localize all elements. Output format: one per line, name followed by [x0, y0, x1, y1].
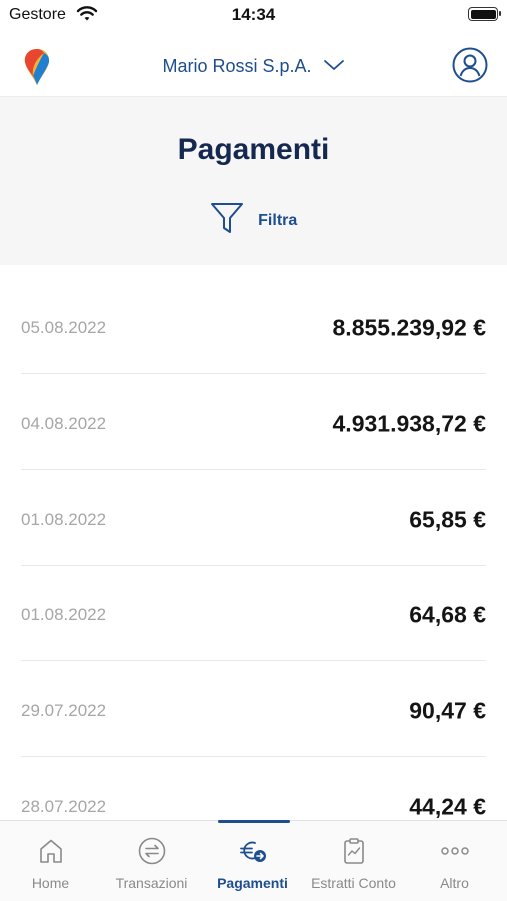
tab-pagamenti[interactable]: Pagamenti [202, 820, 303, 901]
payment-row[interactable]: 29.07.2022 90,47 € [21, 661, 486, 757]
company-name: Mario Rossi S.p.A. [162, 55, 312, 76]
payment-date: 01.08.2022 [21, 510, 107, 529]
user-profile-icon[interactable] [452, 47, 488, 88]
bottom-tab-bar: Home Transazioni Pagamenti Estratti Cont… [0, 820, 507, 901]
payment-amount: 8.855.239,92 € [332, 314, 486, 341]
page-header: Pagamenti Filtra [0, 97, 507, 265]
tab-home[interactable]: Home [0, 821, 101, 901]
payment-date: 28.07.2022 [21, 797, 107, 816]
payment-date: 05.08.2022 [21, 318, 107, 337]
tab-altro[interactable]: Altro [404, 821, 505, 901]
more-dots-icon [440, 837, 470, 870]
tab-label: Home [31, 875, 70, 891]
payments-list: 05.08.2022 8.855.239,92 € 04.08.2022 4.9… [0, 265, 507, 820]
tab-label: Pagamenti [217, 875, 288, 891]
payment-amount: 90,47 € [409, 697, 486, 724]
payment-row[interactable]: 01.08.2022 64,68 € [21, 565, 486, 661]
tab-label: Estratti Conto [311, 875, 396, 891]
payment-amount: 64,68 € [409, 601, 486, 628]
payment-amount: 44,24 € [409, 793, 486, 820]
payment-date: 29.07.2022 [21, 701, 107, 720]
tab-estratti-conto[interactable]: Estratti Conto [303, 821, 404, 901]
clock: 14:34 [231, 5, 276, 24]
payment-amount: 4.931.938,72 € [332, 410, 486, 437]
euro-payment-icon [238, 837, 268, 870]
top-navigation: Mario Rossi S.p.A. [0, 30, 507, 97]
payment-date: 01.08.2022 [21, 605, 107, 624]
filter-button[interactable]: Filtra [0, 201, 507, 240]
payment-amount: 65,85 € [409, 506, 486, 533]
tab-label: Transazioni [115, 875, 188, 891]
payment-row[interactable]: 05.08.2022 8.855.239,92 € [21, 278, 486, 374]
payment-row[interactable]: 04.08.2022 4.931.938,72 € [21, 374, 486, 470]
payment-date: 04.08.2022 [21, 414, 107, 433]
tab-label: Altro [440, 875, 469, 891]
filter-label: Filtra [258, 211, 298, 229]
chevron-down-icon [323, 56, 345, 77]
clipboard-chart-icon [340, 837, 368, 870]
tab-transazioni[interactable]: Transazioni [101, 821, 202, 901]
payment-row[interactable]: 28.07.2022 44,24 € [21, 757, 486, 820]
battery-icon [468, 7, 501, 21]
payment-row[interactable]: 01.08.2022 65,85 € [21, 470, 486, 566]
active-tab-indicator [218, 820, 290, 823]
transactions-icon [138, 837, 166, 870]
company-selector[interactable]: Mario Rossi S.p.A. [0, 55, 507, 77]
home-icon [37, 837, 65, 870]
page-title: Pagamenti [177, 133, 330, 166]
filter-icon [210, 201, 244, 240]
status-bar: Gestore 14:34 [0, 0, 507, 30]
